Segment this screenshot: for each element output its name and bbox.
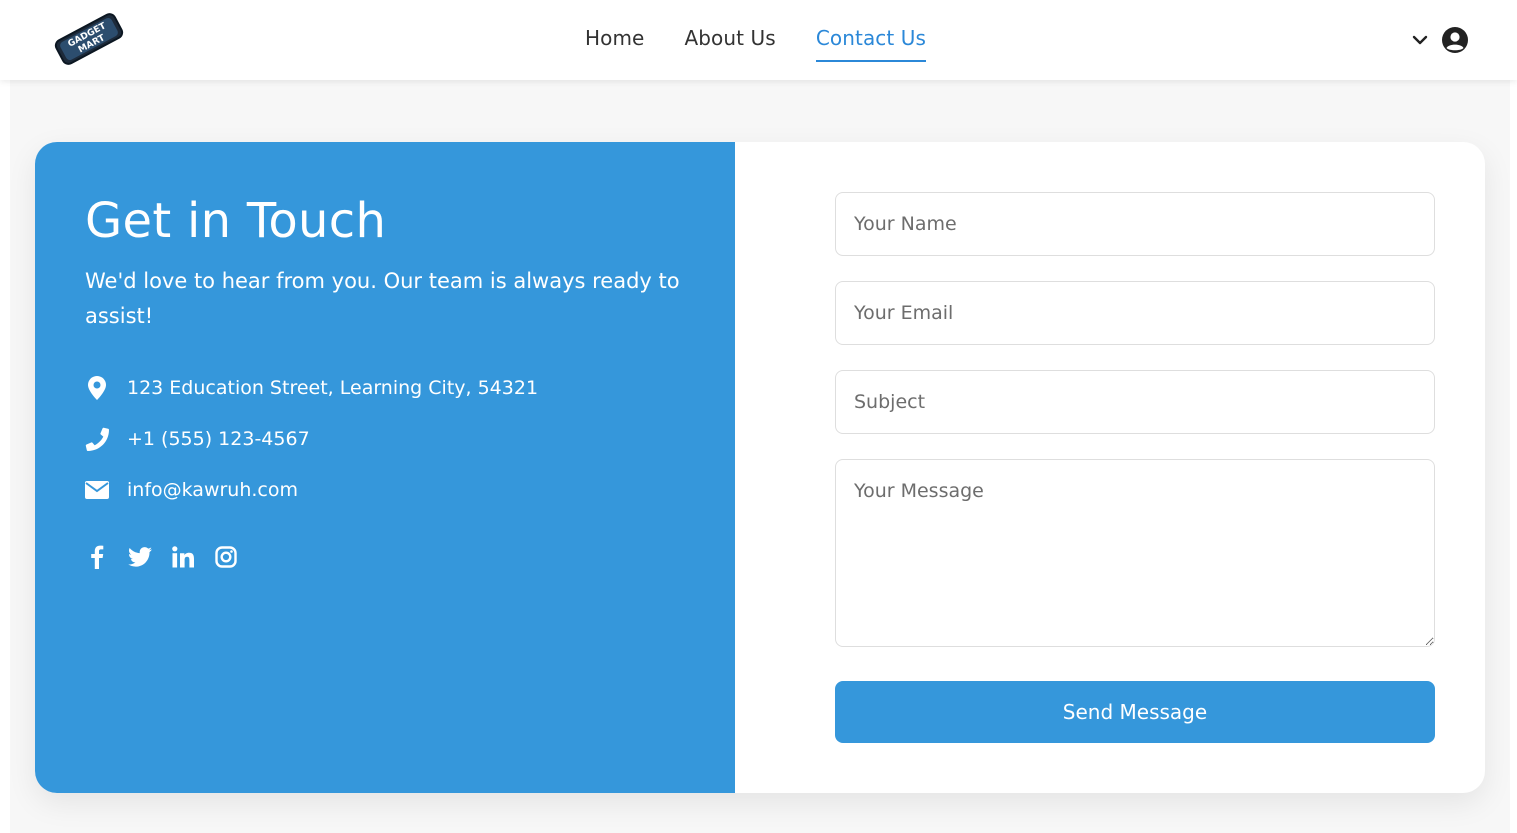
map-pin-icon [85, 375, 109, 400]
contact-info-panel: Get in Touch We'd love to hear from you.… [35, 142, 735, 793]
instagram-icon[interactable] [214, 545, 238, 569]
twitter-icon[interactable] [128, 545, 152, 569]
user-circle-icon[interactable] [1441, 26, 1469, 54]
social-links [85, 545, 685, 569]
address-text: 123 Education Street, Learning City, 543… [127, 376, 539, 399]
contact-form: Send Message [835, 192, 1435, 743]
contact-subtitle: We'd love to hear from you. Our team is … [85, 269, 680, 328]
user-menu [1411, 26, 1469, 54]
gadget-mart-logo[interactable]: GADGET MART [50, 10, 128, 68]
phone-icon [85, 427, 109, 451]
name-input[interactable] [835, 192, 1435, 256]
send-message-button[interactable]: Send Message [835, 681, 1435, 743]
message-textarea[interactable] [835, 459, 1435, 647]
contact-address: 123 Education Street, Learning City, 543… [85, 362, 685, 413]
nav-home[interactable]: Home [585, 0, 644, 62]
contact-email: info@kawruh.com [85, 464, 685, 515]
nav-contact-us[interactable]: Contact Us [815, 0, 927, 62]
linkedin-icon[interactable] [171, 545, 195, 569]
contact-phone: +1 (555) 123-4567 [85, 413, 685, 464]
page-title: Get in Touch [85, 193, 387, 249]
chevron-down-icon[interactable] [1411, 31, 1429, 49]
facebook-icon[interactable] [85, 545, 109, 569]
contact-details: 123 Education Street, Learning City, 543… [85, 362, 685, 515]
site-header: GADGET MART Home About Us Contact Us [0, 0, 1517, 80]
subject-input[interactable] [835, 370, 1435, 434]
contact-form-panel: Send Message [735, 142, 1485, 793]
phone-text: +1 (555) 123-4567 [127, 427, 310, 450]
main-nav: Home About Us Contact Us [585, 0, 966, 80]
email-input[interactable] [835, 281, 1435, 345]
nav-about-us[interactable]: About Us [684, 0, 775, 62]
contact-card: Get in Touch We'd love to hear from you.… [35, 142, 1485, 793]
email-text: info@kawruh.com [127, 478, 298, 501]
envelope-icon [85, 478, 109, 502]
